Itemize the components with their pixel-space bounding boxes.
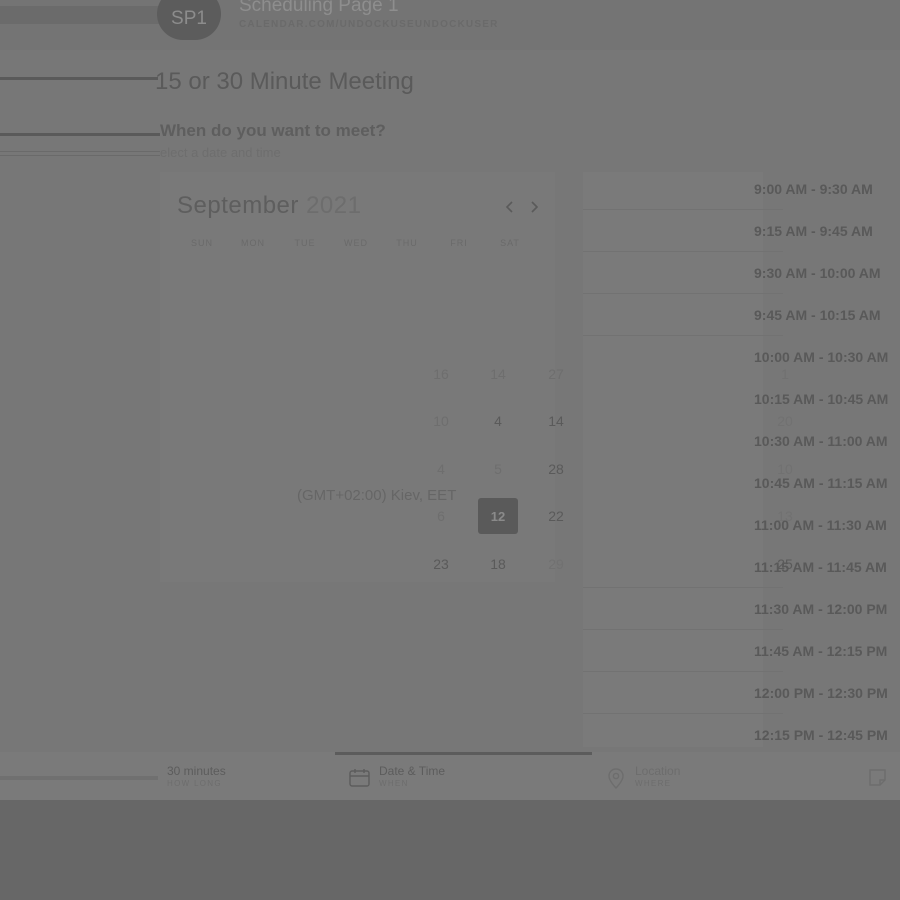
calendar-day[interactable]: 14 <box>478 356 518 392</box>
slot-divider <box>583 251 783 252</box>
slot-divider <box>583 335 783 336</box>
chevron-left-icon <box>505 201 513 213</box>
time-slot[interactable]: 9:00 AM - 9:30 AM <box>748 169 900 209</box>
time-slot[interactable]: 9:30 AM - 10:00 AM <box>748 253 900 293</box>
time-slot[interactable]: 11:15 AM - 11:45 AM <box>748 547 900 587</box>
meeting-question: When do you want to meet? <box>160 121 386 140</box>
time-slot[interactable]: 12:15 PM - 12:45 PM <box>748 715 900 755</box>
calendar-month: September <box>177 192 299 219</box>
time-slot[interactable]: 11:45 AM - 12:15 PM <box>748 631 900 671</box>
step-duration-label: 30 minutes <box>167 764 226 778</box>
weekday-wed: WED <box>344 238 368 248</box>
step-location-label: Location <box>635 764 681 778</box>
calendar-day[interactable]: 14 <box>536 403 576 439</box>
calendar-day[interactable]: 10 <box>421 403 461 439</box>
step-location[interactable]: Location WHERE <box>635 764 680 788</box>
calendar-day[interactable]: 4 <box>478 403 518 439</box>
step-progress-indicator <box>335 752 592 755</box>
time-slot[interactable]: 11:00 AM - 11:30 AM <box>748 505 900 545</box>
calendar-icon <box>349 769 370 787</box>
calendar-day[interactable]: 4 <box>421 451 461 487</box>
prev-month-button[interactable] <box>500 196 520 218</box>
slot-divider <box>583 713 783 714</box>
weekday-sat: SAT <box>500 238 520 248</box>
calendar-day[interactable]: 5 <box>478 451 518 487</box>
page-title: Scheduling Page 1 <box>239 0 399 16</box>
step-date-sub: WHEN <box>379 779 409 788</box>
calendar-day[interactable]: 22 <box>536 498 576 534</box>
step-date-label: Date & Time <box>379 764 446 778</box>
sidebar-divider <box>0 155 160 156</box>
slot-divider <box>583 629 783 630</box>
calendar-month-label: September 2021 <box>177 192 361 220</box>
sidebar-divider <box>0 151 160 152</box>
weekday-fri: FRI <box>450 238 468 248</box>
time-slot[interactable]: 10:45 AM - 11:15 AM <box>748 463 900 503</box>
time-slot[interactable]: 9:15 AM - 9:45 AM <box>748 211 900 251</box>
next-month-button[interactable] <box>524 196 544 218</box>
calendar-day[interactable]: 27 <box>536 356 576 392</box>
time-slot[interactable]: 12:00 PM - 12:30 PM <box>748 673 900 713</box>
step-duration[interactable]: 30 minutes HOW LONG <box>167 764 226 788</box>
scheduling-page: SP1 Scheduling Page 1 CALENDAR.COM/UNDOC… <box>0 0 900 800</box>
step-duration-sub: HOW LONG <box>167 779 222 788</box>
meeting-subtitle: elect a date and time <box>160 145 281 160</box>
slot-divider <box>583 671 783 672</box>
details-icon[interactable] <box>868 768 888 788</box>
timezone-select[interactable]: (GMT+02:00) Kiev, EET <box>297 487 456 504</box>
top-bar: SP1 Scheduling Page 1 CALENDAR.COM/UNDOC… <box>0 0 900 50</box>
avatar: SP1 <box>157 0 221 40</box>
step-divider <box>0 776 158 780</box>
calendar-day[interactable]: 23 <box>421 546 461 582</box>
weekday-tue: TUE <box>294 238 316 248</box>
sidebar-divider <box>0 133 160 136</box>
location-pin-icon <box>608 768 624 789</box>
time-slot[interactable]: 11:30 AM - 12:00 PM <box>748 589 900 629</box>
page-url[interactable]: CALENDAR.COM/UNDOCKUSEUNDOCKUSER <box>239 19 499 30</box>
calendar-day[interactable]: 16 <box>421 356 461 392</box>
calendar-day[interactable]: 28 <box>536 451 576 487</box>
time-slot[interactable]: 10:15 AM - 10:45 AM <box>748 379 900 419</box>
slot-divider <box>583 293 783 294</box>
weekday-sun: SUN <box>190 238 213 248</box>
time-slot[interactable]: 10:00 AM - 10:30 AM <box>748 337 900 377</box>
step-date-time[interactable]: Date & Time WHEN <box>379 764 445 788</box>
slot-divider <box>583 209 783 210</box>
calendar-day[interactable]: 29 <box>536 546 576 582</box>
time-slot-panel <box>583 172 763 747</box>
calendar-day-selected[interactable]: 12 <box>478 498 518 534</box>
step-location-sub: WHERE <box>635 779 672 788</box>
time-slot[interactable]: 10:30 AM - 11:00 AM <box>748 421 900 461</box>
weekday-mon: MON <box>241 238 265 248</box>
meeting-title: 15 or 30 Minute Meeting <box>155 68 414 95</box>
slot-divider <box>583 587 783 588</box>
chevron-right-icon <box>531 201 539 213</box>
calendar-year: 2021 <box>306 192 362 219</box>
brand-stripe <box>0 6 165 24</box>
sidebar-divider <box>0 77 158 80</box>
time-slot[interactable]: 9:45 AM - 10:15 AM <box>748 295 900 335</box>
calendar-day[interactable]: 18 <box>478 546 518 582</box>
weekday-thu: THU <box>396 238 418 248</box>
